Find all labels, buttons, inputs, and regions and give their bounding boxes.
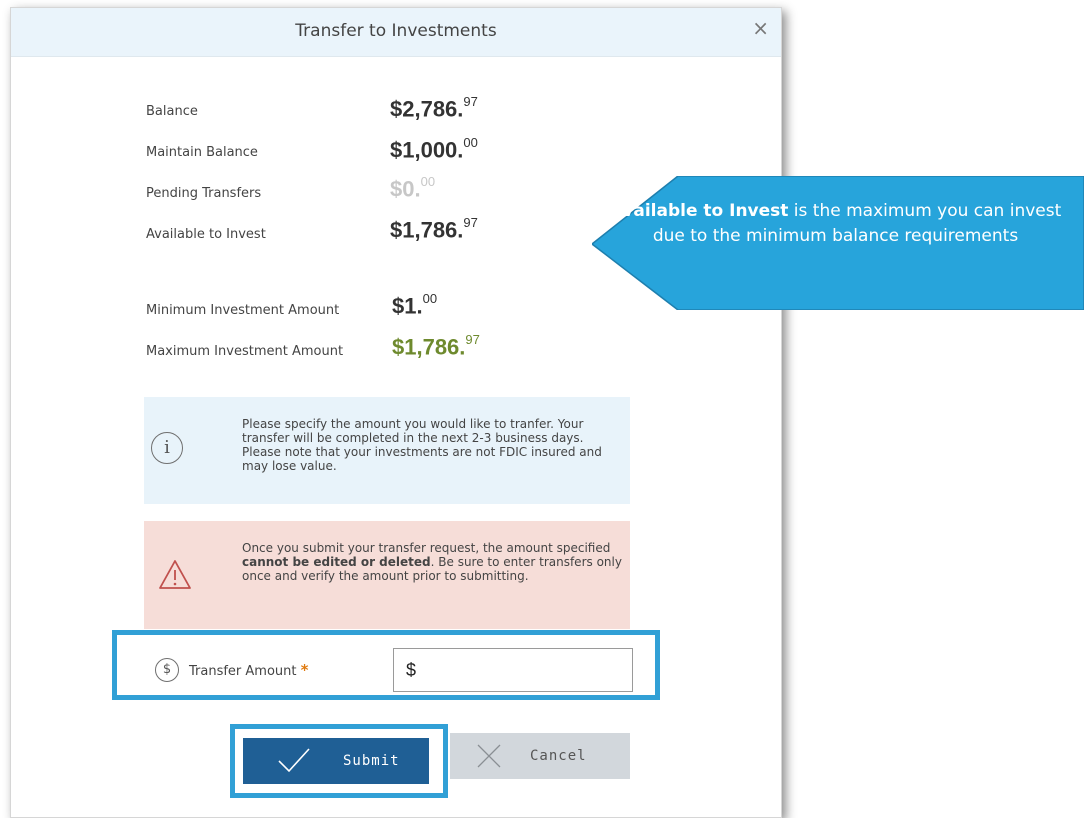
minimum-investment-value: $1.00 [392, 291, 438, 319]
maximum-investment-value: $1,786.97 [392, 332, 480, 360]
required-marker: * [300, 661, 309, 679]
dialog-header: Transfer to Investments × [11, 8, 781, 57]
transfer-amount-row: $ Transfer Amount * [112, 630, 660, 700]
balance-label: Balance [146, 104, 198, 119]
available-to-invest-value: $1,786.97 [390, 215, 478, 243]
balance-value: $2,786.97 [390, 94, 478, 122]
maintain-balance-value: $1,000.00 [390, 135, 478, 163]
pending-transfers-label: Pending Transfers [146, 186, 262, 201]
transfer-amount-label: Transfer Amount * [189, 661, 309, 679]
callout-text: Available to Invest is the maximum you c… [609, 201, 1062, 246]
dialog-title: Transfer to Investments [295, 21, 497, 41]
info-message: i Please specify the amount you would li… [144, 397, 630, 504]
minimum-investment-label: Minimum Investment Amount [146, 303, 340, 318]
submit-highlight: Submit [230, 724, 448, 798]
cancel-label: Cancel [530, 748, 587, 764]
dollar-icon: $ [155, 658, 179, 682]
maintain-balance-label: Maintain Balance [146, 145, 258, 160]
close-x-icon [477, 744, 501, 768]
warning-text: Once you submit your transfer request, t… [242, 541, 622, 583]
close-icon[interactable]: × [752, 18, 769, 38]
cancel-button[interactable]: Cancel [450, 733, 630, 779]
warning-message: Once you submit your transfer request, t… [144, 521, 630, 629]
info-text: Please specify the amount you would like… [242, 417, 602, 473]
submit-label: Submit [343, 753, 400, 769]
transfer-amount-input[interactable] [393, 648, 633, 692]
info-icon: i [151, 432, 183, 464]
warning-icon [159, 560, 191, 589]
maximum-investment-label: Maximum Investment Amount [146, 344, 344, 359]
available-to-invest-label: Available to Invest [146, 227, 266, 242]
pending-transfers-value: $0.00 [390, 174, 436, 202]
check-icon [278, 748, 310, 773]
submit-button[interactable]: Submit [243, 738, 429, 784]
